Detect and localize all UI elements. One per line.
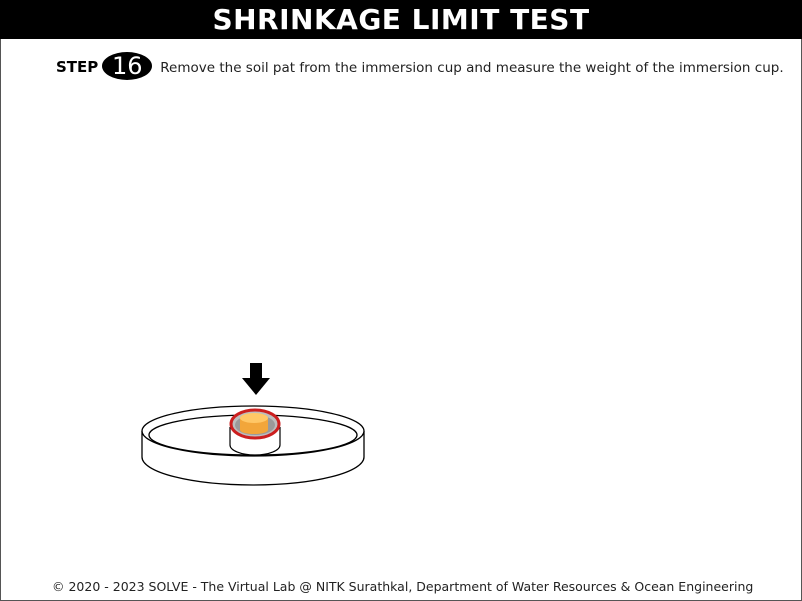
step-label: STEP	[56, 58, 99, 76]
soil-pat	[240, 413, 268, 434]
apparatus-svg	[141, 363, 365, 486]
step-number-badge: 16	[102, 52, 153, 80]
footer-copyright: © 2020 - 2023 SOLVE - The Virtual Lab @ …	[52, 579, 754, 594]
page-frame	[0, 0, 802, 601]
step-instruction: STEP 16 Remove the soil pat from the immer…	[52, 52, 787, 80]
page-title: SHRINKAGE LIMIT TEST	[0, 0, 802, 39]
step-text: Remove the soil pat from the immersion c…	[160, 60, 784, 76]
down-arrow-icon	[242, 363, 270, 395]
apparatus-scene	[130, 355, 380, 495]
